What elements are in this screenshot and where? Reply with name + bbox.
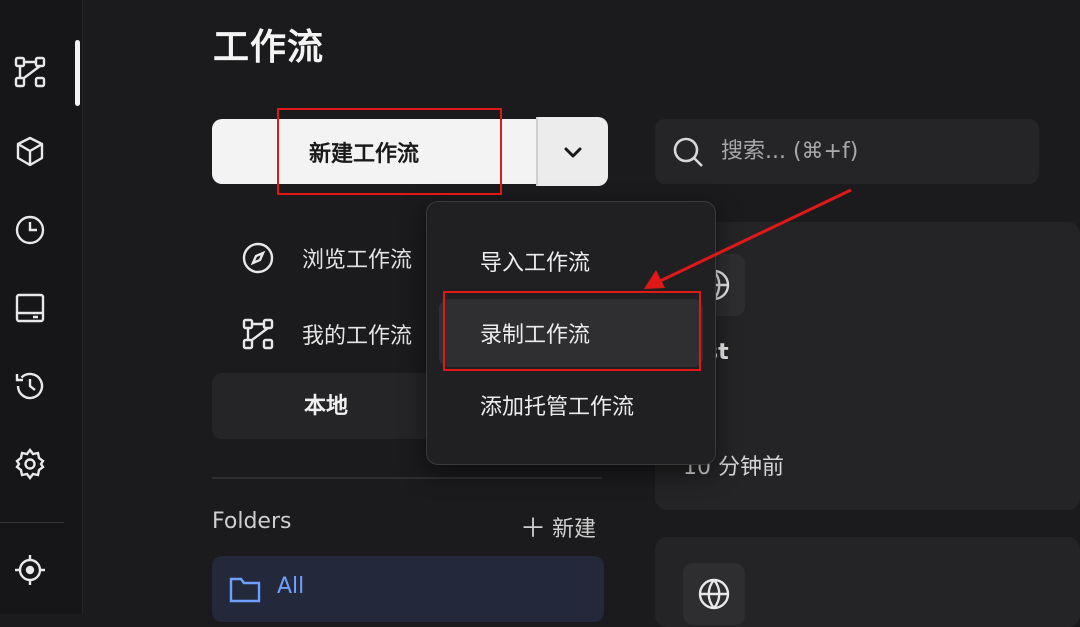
crosshair-icon[interactable] [11, 551, 49, 589]
menu-item-label: 录制工作流 [480, 323, 591, 348]
tab-local-label: 本地 [304, 394, 349, 419]
new-folder-label: 新建 [552, 516, 597, 542]
divider [212, 477, 602, 479]
panel-icon[interactable] [11, 289, 49, 327]
search-input[interactable] [719, 138, 1023, 165]
search-icon [673, 137, 703, 167]
menu-item-label: 导入工作流 [480, 251, 591, 276]
card-icon-box [683, 563, 745, 625]
search-box[interactable] [655, 119, 1039, 184]
nav-item-browse[interactable]: 浏览工作流 [240, 236, 412, 280]
globe-icon [698, 578, 730, 610]
page-title: 工作流 [213, 27, 325, 68]
new-workflow-button[interactable]: 新建工作流 [212, 119, 536, 184]
menu-item-import[interactable]: 导入工作流 [439, 227, 703, 295]
plus-icon: ＋ [520, 514, 547, 544]
folder-icon [229, 577, 261, 603]
icon-rail [0, 0, 83, 614]
new-folder-button[interactable]: ＋ 新建 [520, 508, 596, 545]
cube-icon[interactable] [11, 133, 49, 171]
workflow-icon[interactable] [11, 53, 49, 91]
rail-divider [0, 522, 64, 523]
new-workflow-label: 新建工作流 [308, 141, 419, 167]
history-icon[interactable] [11, 367, 49, 405]
new-workflow-dropdown-button[interactable] [536, 117, 608, 186]
folders-heading: Folders [212, 509, 292, 534]
chevron-down-icon [564, 147, 582, 157]
nav-item-label: 浏览工作流 [302, 248, 413, 273]
workflow-icon [242, 318, 274, 350]
rail-active-indicator [75, 40, 80, 106]
new-workflow-menu: 导入工作流 录制工作流 添加托管工作流 [426, 201, 716, 465]
compass-icon [242, 242, 274, 274]
clock-icon[interactable] [11, 211, 49, 249]
folder-item-label: All [277, 574, 305, 599]
menu-item-add-hosted[interactable]: 添加托管工作流 [439, 371, 703, 439]
folder-item-all[interactable] [212, 556, 604, 622]
nav-item-my-workflows[interactable]: 我的工作流 [240, 312, 412, 356]
menu-item-record[interactable]: 录制工作流 [439, 299, 703, 367]
gear-icon[interactable] [11, 445, 49, 483]
nav-item-label: 我的工作流 [302, 324, 413, 349]
menu-item-label: 添加托管工作流 [480, 395, 635, 420]
